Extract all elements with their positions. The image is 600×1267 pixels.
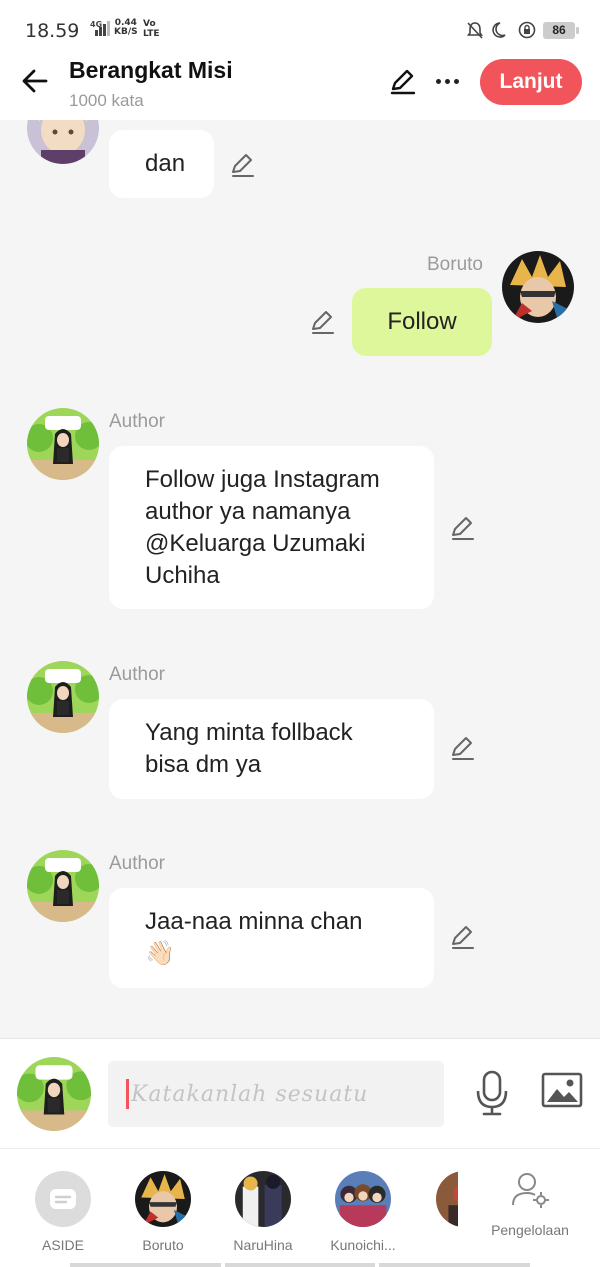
- speed-unit: KB/S: [114, 27, 138, 37]
- message-bubble[interactable]: dan: [109, 130, 214, 198]
- boruto-avatar[interactable]: [502, 251, 574, 323]
- character-naruhina[interactable]: NaruHina: [218, 1171, 308, 1253]
- blonde-character-avatar-image: [27, 120, 99, 164]
- status-time: 18.59: [25, 20, 80, 42]
- scroll-indicator: [70, 1263, 531, 1267]
- character-kunoichi[interactable]: Kunoichi...: [318, 1171, 408, 1253]
- edit-message-button[interactable]: [449, 734, 477, 762]
- character-label: NaruHina: [233, 1237, 293, 1253]
- status-icons: 86: [465, 20, 579, 40]
- next-button[interactable]: Lanjut: [480, 59, 582, 105]
- partial-avatar: [436, 1171, 458, 1227]
- voice-input-button[interactable]: [470, 1069, 514, 1117]
- character-selector-bar: ASIDE Boruto NaruHina Kunoichi... Pengel…: [0, 1148, 600, 1267]
- image-icon: [541, 1072, 583, 1108]
- narration-icon: [50, 1189, 76, 1209]
- message-text: Jaa-naa minna chan: [145, 908, 363, 935]
- aside-avatar: [35, 1171, 91, 1227]
- arrow-left-icon: [22, 69, 48, 93]
- message-text: Yang minta follback bisa dm ya: [145, 719, 353, 778]
- chat-area[interactable]: dan Boruto Follow Author Follow juga Ins…: [0, 120, 600, 1038]
- character-partial[interactable]: [418, 1171, 458, 1227]
- dot-icon: [444, 78, 450, 84]
- network-tag: 4G: [90, 20, 103, 29]
- author-avatar-image: [27, 661, 99, 733]
- character-label: Kunoichi...: [330, 1237, 396, 1253]
- message-bubble-own[interactable]: Follow: [352, 288, 492, 356]
- message-input[interactable]: Katakanlah sesuatu: [108, 1061, 444, 1127]
- pencil-icon: [452, 926, 474, 949]
- battery-indicator: 86: [543, 21, 579, 39]
- moon-icon: [492, 22, 506, 38]
- speaker-name: Author: [109, 664, 165, 685]
- volte-bottom: LTE: [143, 29, 160, 39]
- edit-message-button[interactable]: [449, 514, 477, 542]
- message-text: Follow juga Instagram author ya namanya …: [145, 466, 380, 589]
- author-avatar-image: [27, 850, 99, 922]
- boruto-avatar-image: [502, 251, 574, 323]
- message-text: Follow: [387, 308, 457, 335]
- pencil-icon: [232, 154, 254, 177]
- bell-muted-icon: [466, 22, 484, 39]
- word-count: 1000 kata: [69, 91, 144, 110]
- kunoichi-avatar-image: [335, 1171, 391, 1227]
- author-avatar[interactable]: [27, 850, 99, 922]
- microphone-icon: [476, 1070, 508, 1116]
- more-options-button[interactable]: [431, 66, 463, 96]
- character-avatar[interactable]: [27, 120, 99, 164]
- character-aside[interactable]: ASIDE: [18, 1171, 108, 1253]
- partial-avatar-image: [436, 1171, 458, 1227]
- message-input-placeholder: Katakanlah sesuatu: [131, 1081, 369, 1107]
- pencil-icon: [452, 517, 474, 540]
- naruhina-avatar: [235, 1171, 291, 1227]
- volte-top: Vo: [143, 19, 156, 29]
- character-label: ASIDE: [41, 1237, 84, 1253]
- rotation-lock-icon: [518, 21, 536, 39]
- speaker-name: Author: [109, 853, 165, 874]
- naruhina-avatar-image: [235, 1171, 291, 1227]
- speaker-name: Author: [109, 411, 165, 432]
- author-avatar[interactable]: [27, 661, 99, 733]
- manage-characters-button[interactable]: Pengelolaan: [480, 1171, 580, 1238]
- pencil-icon: [452, 737, 474, 760]
- volte-indicator: Vo LTE: [143, 19, 160, 39]
- network-speed: 0.44 KB/S: [114, 19, 138, 37]
- dot-icon: [435, 78, 441, 84]
- kunoichi-avatar: [335, 1171, 391, 1227]
- author-avatar[interactable]: [27, 408, 99, 480]
- story-header: Berangkat Misi 1000 kata Lanjut: [0, 54, 600, 120]
- character-boruto[interactable]: Boruto: [118, 1171, 208, 1253]
- message-text: dan: [145, 150, 186, 177]
- pencil-icon: [390, 69, 416, 95]
- edit-message-button[interactable]: [229, 151, 257, 179]
- edit-message-button[interactable]: [309, 308, 337, 336]
- message-bubble[interactable]: Jaa-naa minna chan 👋🏻: [109, 888, 434, 988]
- edit-message-button[interactable]: [449, 923, 477, 951]
- author-avatar-image: [17, 1057, 91, 1131]
- page-title: Berangkat Misi: [69, 57, 233, 83]
- boruto-avatar: [135, 1171, 191, 1227]
- message-input-bar: Katakanlah sesuatu: [0, 1038, 600, 1148]
- dot-icon: [453, 78, 459, 84]
- image-insert-button[interactable]: [540, 1071, 584, 1111]
- character-label: Boruto: [142, 1237, 184, 1253]
- manage-label: Pengelolaan: [491, 1222, 569, 1238]
- edit-title-button[interactable]: [388, 66, 418, 96]
- text-caret: [126, 1079, 129, 1109]
- current-speaker-avatar[interactable]: [17, 1057, 91, 1131]
- pencil-icon: [312, 311, 334, 334]
- user-settings-icon: [512, 1173, 549, 1208]
- message-bubble[interactable]: Follow juga Instagram author ya namanya …: [109, 446, 434, 609]
- message-bubble[interactable]: Yang minta follback bisa dm ya: [109, 699, 434, 799]
- back-button[interactable]: [18, 64, 52, 98]
- speaker-name: Boruto: [427, 254, 483, 275]
- waving-hand-emoji: 👋🏻: [145, 940, 175, 967]
- author-avatar-image: [27, 408, 99, 480]
- boruto-avatar-image: [135, 1171, 191, 1227]
- status-bar: 18.59 4G 0.44 KB/S Vo LTE 86: [0, 0, 600, 54]
